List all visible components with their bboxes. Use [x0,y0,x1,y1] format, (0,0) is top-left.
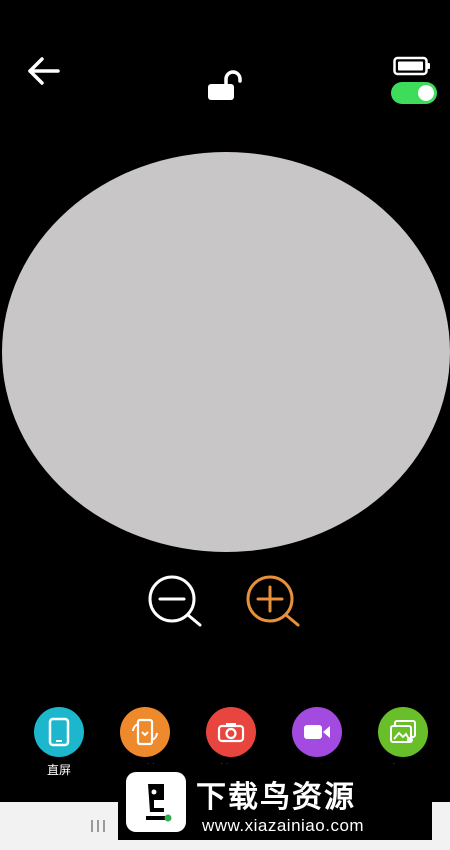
battery-icon [393,56,430,76]
live-toggle[interactable] [391,82,437,104]
phone-icon [34,707,84,757]
rotate-screen-icon [120,707,170,757]
album-icon [378,707,428,757]
mode-label: 直屏 [46,763,71,777]
camera-icon [206,707,256,757]
watermark-title: 下载鸟资源 [196,780,356,815]
bird-logo-icon [126,772,186,832]
recents-icon[interactable] [88,818,108,834]
watermark-url: www.xiazainiao.com [202,816,365,835]
camera-preview[interactable] [2,152,450,552]
watermark-banner: 下载鸟资源 www.xiazainiao.com [118,764,432,840]
zoom-in-icon[interactable] [244,575,304,629]
unlock-icon[interactable] [204,70,244,102]
video-camera-icon [292,707,342,757]
toggle-knob [418,85,434,101]
arrow-left-icon[interactable] [26,56,62,86]
zoom-out-icon[interactable] [146,575,206,629]
mode-straight-screen[interactable]: 直屏 [28,707,90,778]
